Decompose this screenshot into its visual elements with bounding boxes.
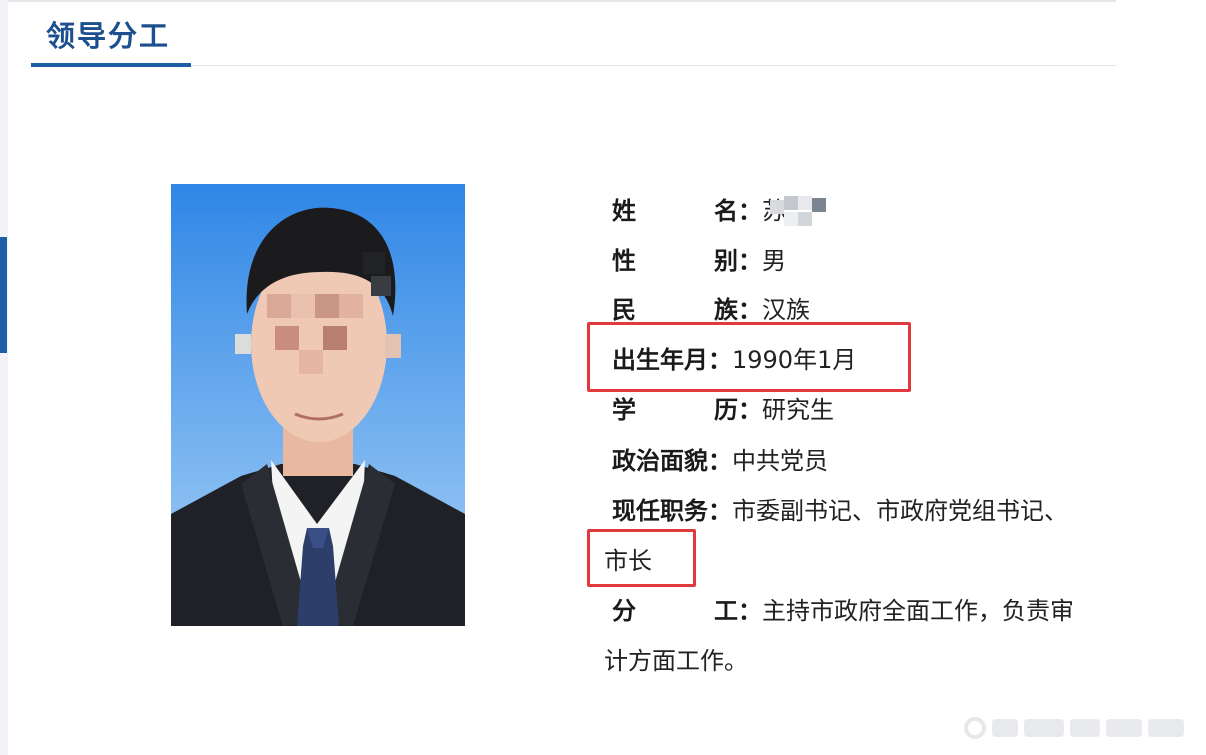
- education-label: 学历: [612, 396, 738, 424]
- title-underline: [31, 63, 191, 67]
- watermark-icon: [964, 717, 1184, 739]
- duty-value: 主持市政府全面工作，负责审: [762, 597, 1074, 625]
- right-margin: [1116, 0, 1206, 755]
- profile-row-position: 现任职务：市委副书记、市政府党组书记、: [612, 494, 1068, 528]
- section-title: 领导分工: [46, 19, 171, 53]
- name-label: 姓名: [612, 197, 738, 225]
- position-value: 市委副书记、市政府党组书记、: [732, 497, 1068, 525]
- birth-highlight-box: [587, 322, 911, 392]
- profile-row-education: 学历：研究生: [612, 393, 834, 427]
- mayor-highlight-box: [587, 529, 696, 587]
- education-value: 研究生: [762, 396, 834, 424]
- politics-value: 中共党员: [732, 447, 828, 475]
- profile-row-gender: 性别：男: [612, 244, 786, 278]
- redaction-mosaic-icon: [770, 196, 826, 226]
- profile-row-duty: 分工：主持市政府全面工作，负责审: [612, 594, 1074, 628]
- gender-label: 性别: [612, 247, 738, 275]
- profile-row-name: 姓名：苏: [612, 194, 786, 228]
- position-label: 现任职务: [612, 497, 708, 525]
- profile-row-politics: 政治面貌：中共党员: [612, 444, 828, 478]
- ethnicity-value: 汉族: [762, 296, 810, 324]
- duty-label: 分工: [612, 597, 738, 625]
- side-tab-indicator[interactable]: [0, 237, 7, 353]
- duty-value-continued: 计方面工作。: [604, 647, 748, 675]
- politics-label: 政治面貌: [612, 447, 708, 475]
- gender-value: 男: [762, 247, 786, 275]
- title-divider: [31, 65, 1116, 66]
- portrait-photo: [171, 184, 465, 626]
